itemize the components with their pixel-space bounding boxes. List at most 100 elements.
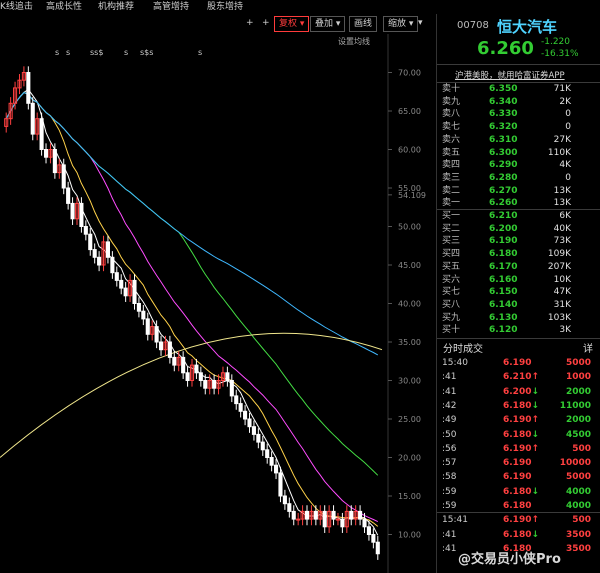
ask-row[interactable]: 卖十 6.350 71K [437,84,600,96]
bid-price: 6.120 [489,325,518,336]
ask-row[interactable]: 卖二 6.270 13K [437,186,600,198]
trade-price-value: 6.190 [503,472,532,483]
bid-row[interactable]: 买四 6.180 109K [437,249,600,261]
menu-kline[interactable]: K线追击 [0,0,33,14]
menu-growth[interactable]: 高成长性 [46,0,82,14]
candle-body [70,202,75,220]
trade-time: :59 [442,486,457,497]
bid-label: 买四 [442,249,461,260]
bid-row[interactable]: 买五 6.170 207K [437,262,600,274]
ask-vol: 4K [559,160,571,171]
bid-row[interactable]: 买六 6.160 10K [437,275,600,287]
candle-body [251,426,256,435]
trade-price-value: 6.210 [503,372,532,383]
ad-banner[interactable]: 沪港美股，就用哈富证券APP [455,69,565,81]
bid-vol: 73K [553,236,571,247]
add-button-2[interactable]: + [262,16,270,30]
candle-body [181,356,186,374]
trade-volume: 500 [572,443,591,454]
bid-row[interactable]: 买九 6.130 103K [437,313,600,325]
y-tick-label: 30.00 [398,377,421,386]
candle-body [349,510,354,520]
bid-price: 6.130 [489,312,518,323]
ask-label: 卖八 [442,109,461,120]
candle-body [366,526,371,535]
y-tick-label: 45.00 [398,261,421,270]
trade-volume: 1000 [565,372,591,383]
trade-time: :58 [442,472,457,483]
menu-institution[interactable]: 机构推荐 [98,0,134,14]
ask-row[interactable]: 卖六 6.310 27K [437,135,600,147]
candle-body [97,256,102,266]
bid-price: 6.190 [489,236,518,247]
candle-body [296,518,301,521]
quote-panel: 00708 恒大汽车 6.260 -1.220 -16.31% 沪港美股，就用哈… [436,14,600,573]
draw-line-button[interactable]: 画线 [349,16,378,32]
add-button[interactable]: + [246,16,254,30]
adjust-dropdown[interactable]: 复权 ▾ [274,16,310,32]
ask-row[interactable]: 卖八 6.330 0 [437,109,600,121]
kline-chart[interactable]: 70.0065.0060.0055.0054.10950.0045.0040.0… [0,34,432,573]
zoom-dropdown[interactable]: 缩放 ▾ [383,16,419,32]
trade-price-value: 6.180 [503,400,532,411]
bid-row[interactable]: 买三 6.190 73K [437,236,600,248]
trade-row: :41 6.210↑ 1000 [437,370,600,384]
overlay-dropdown[interactable]: 叠加 ▾ [310,16,346,32]
trade-time: :50 [442,429,457,440]
trade-row: :58 6.190 5000 [437,470,600,484]
candle-body [282,495,287,505]
candle-body [172,356,177,366]
candle-body [79,202,84,227]
ask-row[interactable]: 卖九 6.340 2K [437,97,600,109]
trade-arrow: ↑ [531,443,540,454]
trade-arrow: ↑ [531,515,540,526]
trades-detail-button[interactable]: 详 [583,340,593,355]
trade-row: :41 6.180↓ 3500 [437,528,600,542]
bid-row[interactable]: 买十 6.120 3K [437,325,600,337]
last-price: 6.260 [477,38,534,59]
ma-line [5,91,379,527]
candle-body [304,510,310,520]
candle-body [313,510,318,520]
menu-holder-increase[interactable]: 股东增持 [207,0,243,14]
candle-body [256,433,261,443]
ask-row[interactable]: 卖七 6.320 0 [437,122,600,134]
candle-body [158,341,164,351]
trade-arrow: ↑ [531,415,540,426]
y-tick-label: 35.00 [398,338,421,347]
y-tick-label: 70.00 [398,69,421,78]
candle-body [123,287,128,297]
candle-body [322,510,327,528]
trade-time: :41 [442,372,457,383]
ask-label: 卖三 [442,172,461,183]
bid-row[interactable]: 买八 6.140 31K [437,300,600,312]
candle-body [198,372,203,381]
trade-arrow: ↑ [531,372,540,383]
more-dropdown[interactable]: ▾ [418,16,423,30]
bid-row[interactable]: 买七 6.150 47K [437,287,600,299]
bid-vol: 10K [553,274,571,285]
ask-row[interactable]: 卖四 6.290 4K [437,160,600,172]
ask-label: 卖十 [442,84,461,94]
ask-price: 6.350 [489,84,518,94]
y-tick-label: 50.00 [398,223,421,232]
trade-volume: 4000 [565,501,591,511]
trade-arrow: ↓ [531,429,540,440]
ask-row[interactable]: 卖三 6.280 0 [437,173,600,185]
menu-exec-increase[interactable]: 高管增持 [153,0,189,14]
ask-row[interactable]: 卖五 6.300 110K [437,148,600,160]
ask-label: 卖六 [442,134,461,145]
bid-row[interactable]: 买二 6.200 40K [437,224,600,236]
ask-label: 卖四 [442,160,461,171]
trade-time: :59 [442,501,457,511]
bid-price: 6.150 [489,287,518,298]
watermark: @交易员小侠Pro [458,552,561,567]
trade-time: :49 [442,415,457,426]
ask-vol: 0 [565,122,571,133]
trade-volume: 2000 [565,386,591,397]
trade-row: :50 6.180↓ 4500 [437,428,600,442]
trade-price-value: 6.180 [503,529,532,540]
bid-label: 买十 [442,325,461,336]
candle-body [105,241,111,258]
bid-row[interactable]: 买一 6.210 6K [437,211,600,223]
